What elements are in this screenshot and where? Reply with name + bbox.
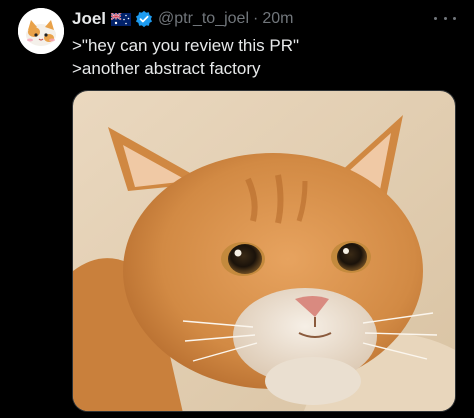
tweet-text-line: >"hey can you review this PR" [72,36,300,55]
tweet-header: Joel @ptr_to_joel · 20m [72,8,293,30]
avatar[interactable] [18,8,64,54]
tweet-text: >"hey can you review this PR" >another a… [72,34,299,80]
header-separator: · [253,10,259,27]
tweet-media-photo[interactable] [72,90,456,412]
more-options-icon[interactable] [434,10,456,26]
verified-badge-icon [135,10,153,28]
author-handle[interactable]: @ptr_to_joel [158,10,249,28]
tweet-text-line: >another abstract factory [72,59,261,78]
tweet-timestamp[interactable]: 20m [262,10,293,28]
display-name[interactable]: Joel [72,9,106,29]
tweet[interactable]: Joel @ptr_to_joel · 20m >"hey can you re… [0,0,474,418]
australia-flag-icon [110,11,132,26]
